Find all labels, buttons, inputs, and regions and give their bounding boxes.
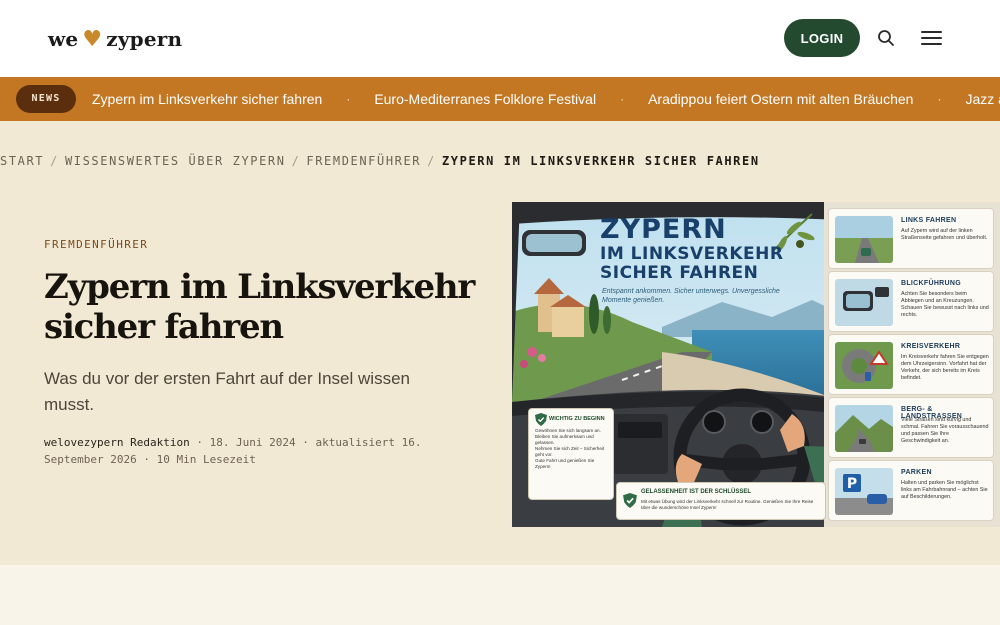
- begin-box-item: Bleiben Sie aufmerksam und gelassen.: [535, 434, 594, 445]
- logo-text-zypern: zypern: [106, 27, 183, 51]
- article-hero: START / WISSENSWERTES ÜBER ZYPERN / FREMDENF…: [0, 121, 1000, 565]
- ticker-separator: ·: [937, 92, 942, 106]
- breadcrumb-separator: /: [427, 154, 436, 168]
- article-category[interactable]: FREMDENFÜHRER: [44, 238, 148, 251]
- infographic-tip: KREISVERKEHR Im Kreisverkehr fahren Sie …: [828, 334, 994, 395]
- begin-box-item: Nehmen Sie sich Zeit – Sicherheit geht v…: [535, 446, 605, 457]
- mirror-thumbnail: [835, 279, 893, 326]
- left-road-thumbnail: [835, 216, 893, 263]
- roundabout-thumbnail: [835, 342, 893, 389]
- news-badge: NEWS: [16, 85, 76, 113]
- tip-text: Auf Zypern wird auf der linken Straßense…: [901, 228, 988, 241]
- infographic-tip: P PARKEN Halten und parken Sie möglichst…: [828, 460, 994, 521]
- begin-box-title: WICHTIG ZU BEGINN: [549, 416, 605, 422]
- ticker-track: Zypern im Linksverkehr sicher fahren · E…: [92, 77, 1000, 121]
- parking-thumbnail: P: [835, 468, 893, 515]
- tip-text: Im Kreisverkehr fahren Sie entgegen dem …: [901, 354, 989, 381]
- mountain-road-thumbnail: [835, 405, 893, 452]
- logo-text-we: we: [48, 27, 79, 51]
- ticker-item[interactable]: Jazz an: [965, 91, 1000, 107]
- breadcrumb-fremdenfuehrer[interactable]: FREMDENFÜHRER: [306, 154, 421, 168]
- infographic-tip: LINKS FAHREN Auf Zypern wird auf der lin…: [828, 208, 994, 269]
- breadcrumb-wissenswertes[interactable]: WISSENSWERTES ÜBER ZYPERN: [65, 154, 286, 168]
- infographic-title-line3: SICHER FAHREN: [600, 263, 759, 283]
- tip-title: KREISVERKEHR: [901, 343, 961, 350]
- infographic-title-line1: ZYPERN: [600, 214, 727, 245]
- breadcrumb-separator: /: [50, 154, 59, 168]
- calm-box-title: GELASSENHEIT IST DER SCHLÜSSEL: [641, 489, 752, 495]
- article-body-start: [0, 565, 1000, 625]
- shield-check-icon: [535, 413, 547, 426]
- tip-title: LINKS FAHREN: [901, 217, 957, 224]
- begin-box-item: Gute Fahrt und genießen Sie Zypern!: [535, 458, 595, 469]
- infographic-tip: BLICKFÜHRUNG Achten Sie besonders beim A…: [828, 271, 994, 332]
- article-author: welovezypern Redaktion: [44, 436, 190, 449]
- article-meta: welovezypern Redaktion · 18. Juni 2024 ·…: [44, 434, 464, 468]
- shield-check-icon: [623, 493, 637, 508]
- infographic-calm-box: GELASSENHEIT IST DER SCHLÜSSEL Mit etwas…: [616, 482, 826, 520]
- site-logo[interactable]: we ♥ zypern: [48, 26, 182, 52]
- login-button[interactable]: LOGIN: [784, 19, 860, 57]
- breadcrumb: START / WISSENSWERTES ÜBER ZYPERN / FREMDENF…: [0, 154, 760, 168]
- breadcrumb-separator: /: [291, 154, 301, 168]
- search-icon[interactable]: [877, 29, 895, 47]
- parking-sign-letter: P: [847, 476, 857, 492]
- calm-box-text: Mit etwas Übung wird der Linksverkehr sc…: [641, 499, 814, 510]
- tip-text: Halten und parken Sie möglichst links am…: [901, 480, 988, 500]
- ticker-item[interactable]: Aradippou feiert Ostern mit alten Bräuch…: [648, 91, 913, 107]
- infographic-tip-list: LINKS FAHREN Auf Zypern wird auf der lin…: [828, 208, 994, 523]
- tip-title: PARKEN: [901, 469, 932, 476]
- site-header: we ♥ zypern LOGIN: [0, 0, 1000, 77]
- heart-icon: ♥: [82, 26, 103, 52]
- tip-text: Viele Straßen sind kurvig und schmal. Fa…: [901, 417, 989, 444]
- begin-box-list: Gewöhnen Sie sich langsam an. Bleiben Si…: [535, 428, 611, 470]
- hamburger-menu-icon[interactable]: [921, 29, 942, 47]
- ticker-separator: ·: [346, 92, 351, 106]
- infographic-tip: BERG- & LANDSTRASSEN Viele Straßen sind …: [828, 397, 994, 458]
- ticker-item[interactable]: Euro-Mediterranes Folklore Festival: [374, 91, 596, 107]
- article-subtitle: Was du vor der ersten Fahrt auf der Inse…: [44, 369, 410, 414]
- news-ticker: NEWS Zypern im Linksverkehr sicher fahre…: [0, 77, 1000, 121]
- tip-title: BLICKFÜHRUNG: [901, 280, 961, 287]
- breadcrumb-current: ZYPERN IM LINKSVERKEHR SICHER FAHREN: [441, 154, 760, 168]
- infographic-title: ZYPERN IM LINKSVERKEHR SICHER FAHREN: [600, 214, 783, 283]
- infographic-title-line2: IM LINKSVERKEHR: [600, 244, 784, 264]
- article-title: Zypern im Linksverkehr sicher fahren: [44, 267, 475, 347]
- article-hero-image: ZYPERN IM LINKSVERKEHR SICHER FAHREN Ent…: [512, 202, 1000, 527]
- breadcrumb-start[interactable]: START: [0, 154, 44, 168]
- tip-text: Achten Sie besonders beim Abbiegen und a…: [901, 291, 989, 318]
- infographic-tagline: Entspannt ankommen. Sicher unterwegs. Un…: [602, 288, 780, 304]
- infographic-begin-box: WICHTIG ZU BEGINN Gewöhnen Sie sich lang…: [528, 408, 614, 500]
- ticker-separator: ·: [620, 92, 625, 106]
- ticker-item[interactable]: Zypern im Linksverkehr sicher fahren: [92, 91, 322, 107]
